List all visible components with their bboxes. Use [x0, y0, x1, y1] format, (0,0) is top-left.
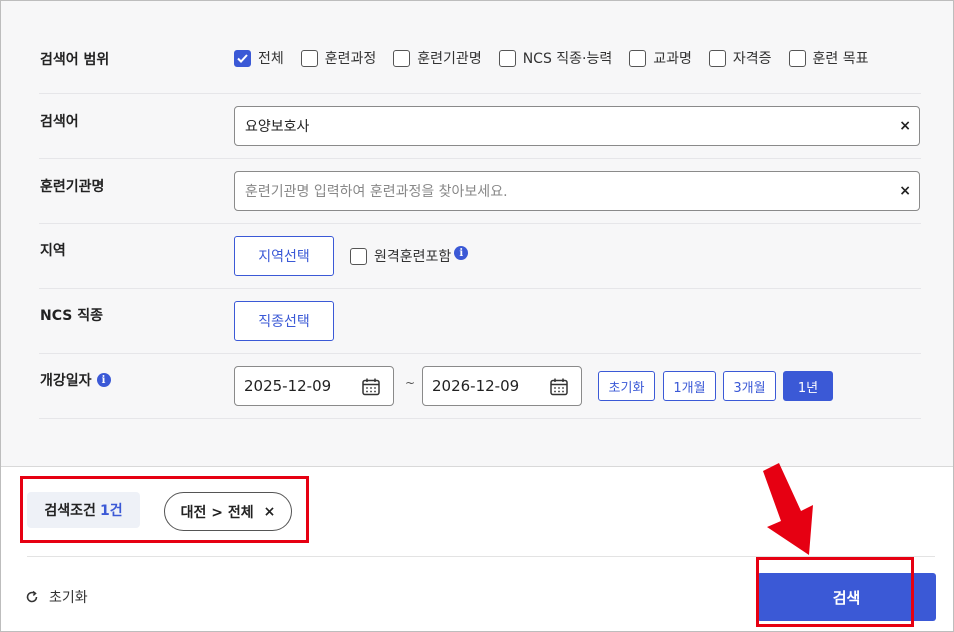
- pointer-arrow-icon: [763, 463, 813, 555]
- info-icon[interactable]: i: [96, 373, 111, 387]
- search-filter-panel: 검색어 범위 전체 훈련과정 훈련기관명 NCS 직종·능력 교과명 자격증 훈…: [0, 0, 954, 632]
- row-ncs: NCS 직종 직종선택: [39, 289, 921, 354]
- checkbox-subject[interactable]: [629, 49, 647, 67]
- scope-option-label: 훈련 목표: [812, 51, 869, 67]
- scope-option-certificate[interactable]: 자격증: [708, 48, 772, 68]
- institution-placeholder: 훈련기관명 입력하여 훈련과정을 찾아보세요.: [245, 184, 508, 200]
- calendar-icon[interactable]: [361, 377, 381, 397]
- keyword-input[interactable]: 요양보호사 ×: [234, 106, 920, 146]
- select-region-button[interactable]: 지역선택: [234, 236, 334, 276]
- checkbox-goal[interactable]: [788, 49, 806, 67]
- scope-option-ncs[interactable]: NCS 직종·능력: [498, 48, 613, 68]
- row-opening-date: 개강일자 i 2025-12-09 ~ 2026-12-09 초기화 1개월 3…: [39, 354, 921, 419]
- row-search-scope: 검색어 범위 전체 훈련과정 훈련기관명 NCS 직종·능력 교과명 자격증 훈…: [39, 24, 921, 94]
- scope-option-goal[interactable]: 훈련 목표: [788, 48, 869, 68]
- opening-date-label: 개강일자 i: [40, 370, 111, 390]
- remote-training-option[interactable]: 원격훈련포함 i: [350, 246, 469, 266]
- scope-option-course[interactable]: 훈련과정: [300, 48, 377, 68]
- date-1year-button[interactable]: 1년: [783, 371, 833, 401]
- row-institution: 훈련기관명 훈련기관명 입력하여 훈련과정을 찾아보세요. ×: [39, 159, 921, 224]
- calendar-icon[interactable]: [549, 377, 569, 397]
- institution-input[interactable]: 훈련기관명 입력하여 훈련과정을 찾아보세요. ×: [234, 171, 920, 211]
- checkbox-all[interactable]: [234, 49, 251, 67]
- scope-checkbox-group: 전체 훈련과정 훈련기관명 NCS 직종·능력 교과명 자격증 훈련 목표: [234, 24, 886, 92]
- info-icon[interactable]: i: [454, 246, 469, 260]
- scope-option-label: 훈련기관명: [417, 51, 482, 67]
- ncs-label: NCS 직종: [40, 308, 103, 324]
- scope-option-all[interactable]: 전체: [234, 48, 284, 68]
- search-scope-label: 검색어 범위: [40, 52, 110, 68]
- institution-label: 훈련기관명: [40, 179, 105, 195]
- reset-label: 초기화: [49, 590, 88, 606]
- keyword-value: 요양보호사: [245, 119, 310, 135]
- checkbox-course[interactable]: [300, 49, 318, 67]
- opening-date-text: 개강일자: [40, 373, 92, 389]
- checkbox-ncs[interactable]: [498, 49, 516, 67]
- scope-option-label: NCS 직종·능력: [522, 51, 613, 67]
- scope-option-subject[interactable]: 교과명: [629, 48, 692, 68]
- clear-institution-icon[interactable]: ×: [899, 183, 911, 199]
- date-1month-button[interactable]: 1개월: [663, 371, 716, 401]
- row-region: 지역 지역선택 원격훈련포함 i: [39, 224, 921, 289]
- end-date-input[interactable]: 2026-12-09: [422, 366, 582, 406]
- select-ncs-button[interactable]: 직종선택: [234, 301, 334, 341]
- scope-option-label: 자격증: [732, 51, 772, 67]
- date-3month-button[interactable]: 3개월: [723, 371, 776, 401]
- end-date-value: 2026-12-09: [432, 377, 520, 395]
- check-icon: [237, 53, 248, 63]
- checkbox-certificate[interactable]: [708, 49, 726, 67]
- scope-option-label: 전체: [258, 51, 284, 67]
- highlight-box-search: [756, 557, 914, 627]
- checkbox-remote[interactable]: [350, 247, 367, 265]
- start-date-value: 2025-12-09: [244, 377, 332, 395]
- scope-option-institution[interactable]: 훈련기관명: [393, 48, 482, 68]
- reset-all-button[interactable]: 초기화: [25, 587, 88, 607]
- date-reset-button[interactable]: 초기화: [598, 371, 655, 401]
- row-keyword: 검색어 요양보호사 ×: [39, 94, 921, 159]
- date-range-separator: ~: [405, 376, 416, 390]
- start-date-input[interactable]: 2025-12-09: [234, 366, 394, 406]
- checkbox-institution[interactable]: [393, 49, 411, 67]
- refresh-icon: [26, 590, 38, 603]
- search-form: 검색어 범위 전체 훈련과정 훈련기관명 NCS 직종·능력 교과명 자격증 훈…: [1, 1, 953, 467]
- highlight-box-conditions: [20, 476, 309, 543]
- keyword-label: 검색어: [40, 114, 79, 130]
- clear-keyword-icon[interactable]: ×: [899, 118, 911, 134]
- scope-option-label: 훈련과정: [324, 51, 377, 67]
- remote-training-label: 원격훈련포함: [374, 249, 452, 265]
- region-label: 지역: [40, 243, 66, 259]
- scope-option-label: 교과명: [653, 51, 692, 67]
